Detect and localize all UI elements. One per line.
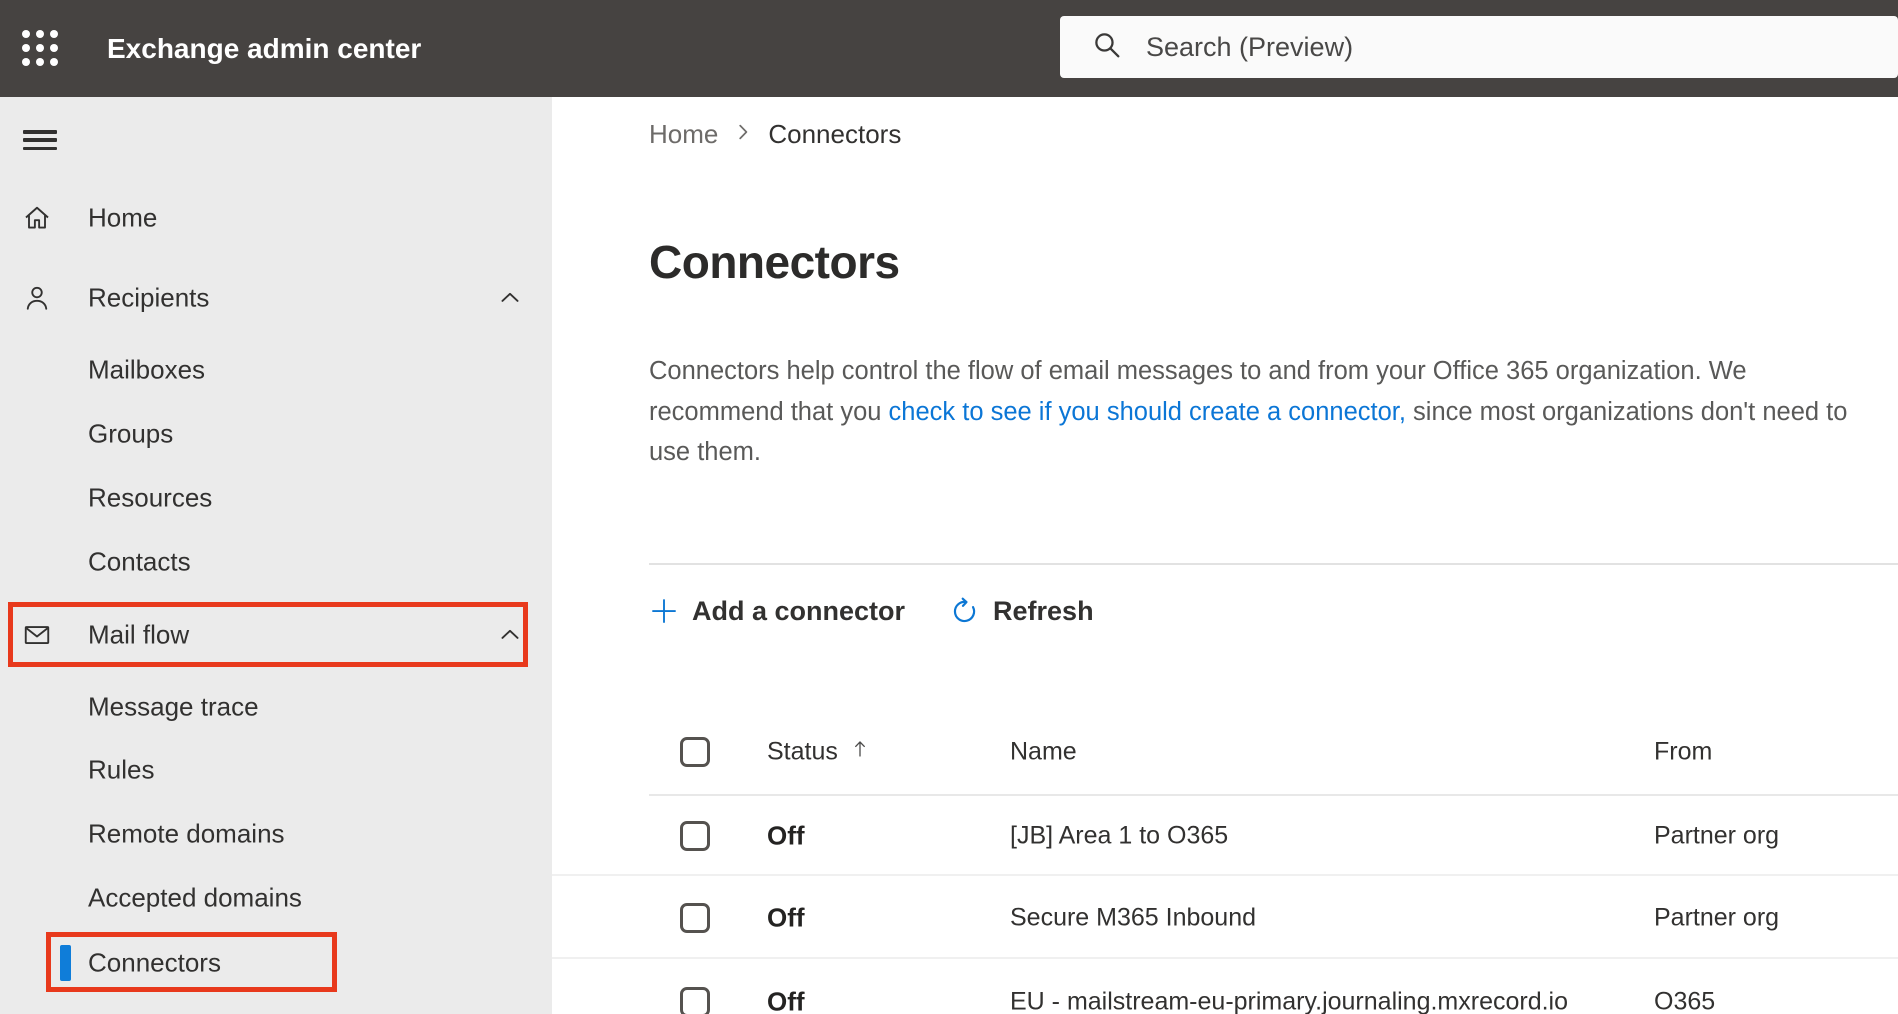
- sidebar-item-rules[interactable]: Rules: [0, 738, 552, 802]
- sidebar-item-connectors[interactable]: Connectors: [0, 931, 552, 995]
- refresh-icon: [949, 596, 980, 627]
- sidebar-item-recipients[interactable]: Recipients: [0, 266, 552, 330]
- row-checkbox[interactable]: [680, 987, 710, 1014]
- nav-collapse-icon[interactable]: [23, 130, 57, 150]
- add-connector-label: Add a connector: [692, 595, 906, 626]
- toolbar: Add a connector Refresh: [649, 585, 1094, 637]
- sidebar-item-remote-domains[interactable]: Remote domains: [0, 802, 552, 866]
- sidebar-item-label: Accepted domains: [88, 882, 302, 913]
- sidebar-item-label: Contacts: [88, 546, 191, 577]
- row-checkbox[interactable]: [680, 820, 710, 851]
- app-launcher-icon[interactable]: [22, 30, 58, 66]
- app-title: Exchange admin center: [107, 33, 422, 64]
- table-header: Status Name From: [552, 717, 1898, 787]
- row-from: O365: [1654, 987, 1716, 1014]
- sort-ascending-icon: [848, 737, 872, 768]
- sidebar-item-label: Resources: [88, 482, 213, 513]
- search-icon: [1090, 28, 1124, 67]
- column-header-from[interactable]: From: [1654, 738, 1712, 767]
- row-name-link[interactable]: EU - mailstream-eu-primary.journaling.mx…: [1010, 988, 1568, 1014]
- column-header-label: Status: [767, 737, 838, 766]
- home-icon: [22, 203, 52, 233]
- row-from: Partner org: [1654, 821, 1780, 849]
- column-header-status[interactable]: Status: [767, 737, 872, 768]
- column-header-label: From: [1654, 737, 1713, 766]
- sidebar-item-label: Home: [88, 202, 158, 233]
- sidebar: Home Recipients Mailboxes Groups Resourc…: [0, 97, 552, 1014]
- mail-icon: [22, 620, 52, 650]
- topbar: Exchange admin center: [0, 0, 1898, 97]
- toolbar-top-divider: [649, 563, 1898, 565]
- table-row[interactable]: Off Secure M365 Inbound Partner org: [552, 878, 1898, 959]
- refresh-button[interactable]: Refresh: [949, 596, 1094, 627]
- check-connector-link[interactable]: check to see if you should create a conn…: [889, 398, 1406, 426]
- chevron-up-icon[interactable]: [496, 621, 524, 649]
- sidebar-item-label: Mail flow: [88, 619, 190, 650]
- chevron-up-icon[interactable]: [496, 284, 524, 312]
- main-content: Home Connectors Connectors Connectors he…: [552, 97, 1898, 1014]
- plus-icon: [649, 596, 679, 626]
- row-status: Off: [767, 902, 805, 932]
- page-description: Connectors help control the flow of emai…: [649, 351, 1884, 473]
- column-header-name[interactable]: Name: [1010, 738, 1077, 767]
- sidebar-item-message-trace[interactable]: Message trace: [0, 675, 552, 739]
- row-status: Off: [767, 986, 805, 1014]
- sidebar-item-label: Remote domains: [88, 818, 285, 849]
- select-all-checkbox[interactable]: [680, 737, 710, 767]
- table-row[interactable]: Off [JB] Area 1 to O365 Partner org: [552, 797, 1898, 876]
- breadcrumb-current: Connectors: [768, 118, 902, 149]
- exchange-admin-center-window: Exchange admin center Home: [0, 0, 1898, 1014]
- row-name-link[interactable]: [JB] Area 1 to O365: [1010, 821, 1228, 850]
- add-connector-button[interactable]: Add a connector: [649, 596, 905, 627]
- chevron-right-icon: [731, 120, 755, 149]
- page-title: Connectors: [649, 236, 900, 288]
- person-icon: [22, 283, 52, 313]
- sidebar-item-groups[interactable]: Groups: [0, 402, 552, 466]
- breadcrumb: Home Connectors: [649, 117, 901, 151]
- sidebar-item-accepted-domains[interactable]: Accepted domains: [0, 866, 552, 930]
- sidebar-item-label: Mailboxes: [88, 354, 206, 385]
- sidebar-item-resources[interactable]: Resources: [0, 466, 552, 530]
- sidebar-item-mailboxes[interactable]: Mailboxes: [0, 338, 552, 402]
- row-name-link[interactable]: Secure M365 Inbound: [1010, 903, 1256, 932]
- sidebar-item-home[interactable]: Home: [0, 186, 552, 250]
- sidebar-item-label: Message trace: [88, 691, 259, 722]
- table-header-divider: [649, 794, 1898, 796]
- sidebar-item-contacts[interactable]: Contacts: [0, 530, 552, 594]
- search-input[interactable]: [1146, 16, 1898, 78]
- search-box[interactable]: [1060, 16, 1898, 78]
- column-header-label: Name: [1010, 737, 1077, 766]
- table-row[interactable]: Off EU - mailstream-eu-primary.journalin…: [552, 961, 1898, 1014]
- sidebar-item-label: Recipients: [88, 282, 210, 313]
- breadcrumb-home-link[interactable]: Home: [649, 119, 718, 150]
- refresh-label: Refresh: [993, 595, 1094, 626]
- sidebar-item-label: Rules: [88, 754, 155, 785]
- row-checkbox[interactable]: [680, 902, 710, 933]
- row-status: Off: [767, 820, 805, 850]
- sidebar-item-label: Connectors: [88, 947, 221, 978]
- sidebar-item-label: Groups: [88, 418, 174, 449]
- selected-indicator: [60, 945, 71, 981]
- sidebar-item-mail-flow[interactable]: Mail flow: [0, 603, 552, 667]
- row-from: Partner org: [1654, 903, 1780, 931]
